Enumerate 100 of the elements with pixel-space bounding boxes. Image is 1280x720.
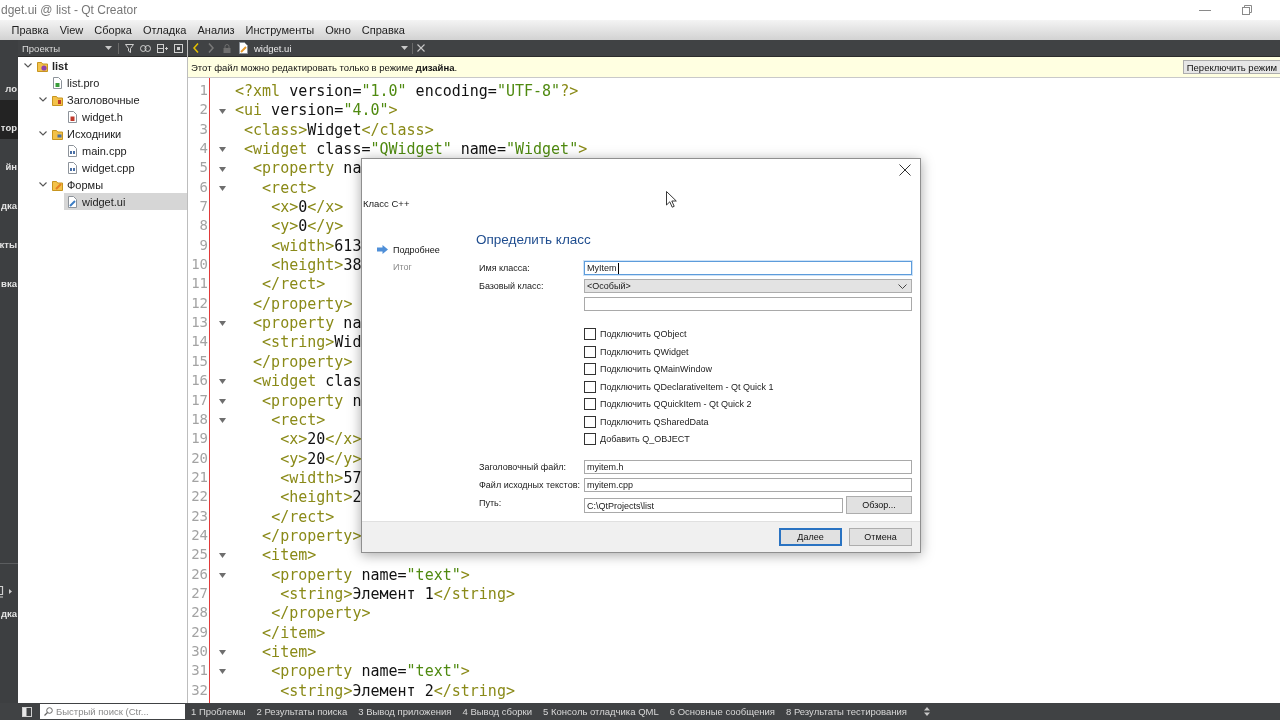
link-icon[interactable] [140,44,151,52]
menu-item[interactable]: View [54,24,89,36]
browse-button[interactable]: Обзор... [846,496,912,514]
text-field[interactable]: myitem.h [584,460,912,474]
tree-item[interactable]: widget.ui [64,193,187,210]
output-pane-button[interactable]: 2 Результаты поиска [254,706,350,717]
output-pane-button[interactable]: 4 Вывод сборки [460,706,534,717]
tree-item[interactable]: Исходники [49,125,187,142]
minimize-icon[interactable] [1199,9,1211,11]
mode-tab[interactable]: йн [0,139,18,178]
back-icon[interactable] [193,43,199,53]
switch-mode-button[interactable]: Переключить режим [1182,60,1280,74]
search-icon [44,707,53,716]
fold-arrow-icon[interactable] [218,398,226,404]
sidebar-toggle-icon[interactable] [22,706,32,717]
tree-item[interactable]: main.cpp [64,142,187,159]
fold-arrow-icon[interactable] [218,166,226,172]
menu-item[interactable]: Правка [6,24,55,36]
field-label: Заголовочный файл: [479,461,567,474]
fold-arrow-icon[interactable] [218,572,226,578]
document-selector[interactable]: widget.ui [238,42,408,54]
form-folder-icon [52,178,63,191]
checkbox[interactable] [584,380,596,393]
tree-item[interactable]: Заголовочные [49,91,187,108]
text-field[interactable] [584,297,912,311]
text-field[interactable]: MyItem [584,261,912,275]
chevron-down-icon[interactable] [39,182,47,187]
chevron-down-icon[interactable] [39,97,47,102]
code-line: <y>20</y> [279,449,362,469]
tree-item[interactable]: list [34,57,187,74]
dialog-button[interactable]: Отмена [849,528,912,546]
line-number: 10 [191,256,208,275]
checkbox[interactable] [584,345,596,358]
chevron-down-icon[interactable] [24,63,32,68]
output-pane-button[interactable]: 8 Результаты тестирования [783,706,909,717]
menu-item[interactable]: Справка [356,24,411,36]
menu-item[interactable]: Инструменты [240,24,320,36]
output-pane-button[interactable]: 6 Основные сообщения [667,706,777,717]
restore-icon[interactable] [1242,5,1252,15]
mode-tab[interactable]: дка [0,178,18,217]
mode-tab[interactable]: кты [0,217,18,256]
line-number: 2 [199,101,208,120]
line-number: 24 [191,526,208,545]
line-number: 3 [199,120,208,139]
fold-arrow-icon[interactable] [218,185,226,191]
chevron-down-icon[interactable] [39,131,47,136]
filter-icon[interactable] [125,43,134,53]
tree-item[interactable]: widget.h [64,108,187,125]
close-panel-icon[interactable] [174,43,183,53]
mode-tab[interactable]: тор [0,100,18,139]
fold-arrow-icon[interactable] [218,669,226,675]
line-number: 31 [191,662,208,681]
line-number: 27 [191,584,208,603]
tree-item[interactable]: list.pro [49,74,187,91]
checkbox-label: Подключить QWidget [600,346,689,357]
fold-arrow-icon[interactable] [218,108,226,114]
tree-item[interactable]: Формы [49,176,187,193]
line-number: 5 [199,159,208,178]
kit-label[interactable]: дка [0,608,18,619]
checkbox[interactable] [584,433,596,446]
checkbox[interactable] [584,363,596,376]
checkbox[interactable] [584,398,596,411]
fold-arrow-icon[interactable] [218,650,226,656]
tree-item[interactable]: widget.cpp [64,159,187,176]
split-icon[interactable] [157,43,168,53]
code-line: <width>57 [279,468,362,489]
menu-item[interactable]: Сборка [88,24,138,36]
form-file-icon [67,195,78,208]
up-down-arrows-icon[interactable] [924,707,930,716]
code-line: <property n [261,391,362,411]
code-line: <widget class="QWidget" name="Widget"> [243,140,588,160]
menu-item[interactable]: Окно [319,24,357,36]
menu-item[interactable]: Анализ [191,24,241,36]
path-field[interactable]: C:\QtProjects\list [584,498,843,513]
output-pane-button[interactable]: 3 Вывод приложения [356,706,454,717]
checkbox[interactable] [584,415,596,428]
fold-arrow-icon[interactable] [218,379,226,385]
caret-icon [105,46,112,50]
close-icon[interactable] [899,164,911,176]
fold-arrow-icon[interactable] [218,321,226,327]
mode-tab[interactable]: вка [0,256,18,295]
menu-item[interactable]: Отладка [137,24,192,36]
search-field[interactable]: Быстрый поиск (Ctr... [40,704,185,719]
line-number: 30 [191,642,208,661]
fold-arrow-icon[interactable] [218,418,226,423]
text-field[interactable]: myitem.cpp [584,478,912,492]
line-number: 15 [191,352,208,371]
monitor-icon[interactable] [0,585,4,598]
arrow-right-icon [377,245,388,254]
field-label: Путь: [479,497,502,510]
dropdown[interactable]: <Особый> [584,279,912,293]
code-line: <class>Widget</class> [243,120,434,141]
fold-arrow-icon[interactable] [218,147,226,153]
dialog-button[interactable]: Далее [779,528,842,546]
checkbox[interactable] [584,328,596,341]
fold-arrow-icon[interactable] [218,553,226,559]
mode-tab[interactable]: ло [0,61,18,100]
line-number: 25 [191,546,208,565]
output-pane-button[interactable]: 1 Проблемы [189,706,248,717]
output-pane-button[interactable]: 5 Консоль отладчика QML [540,706,661,717]
